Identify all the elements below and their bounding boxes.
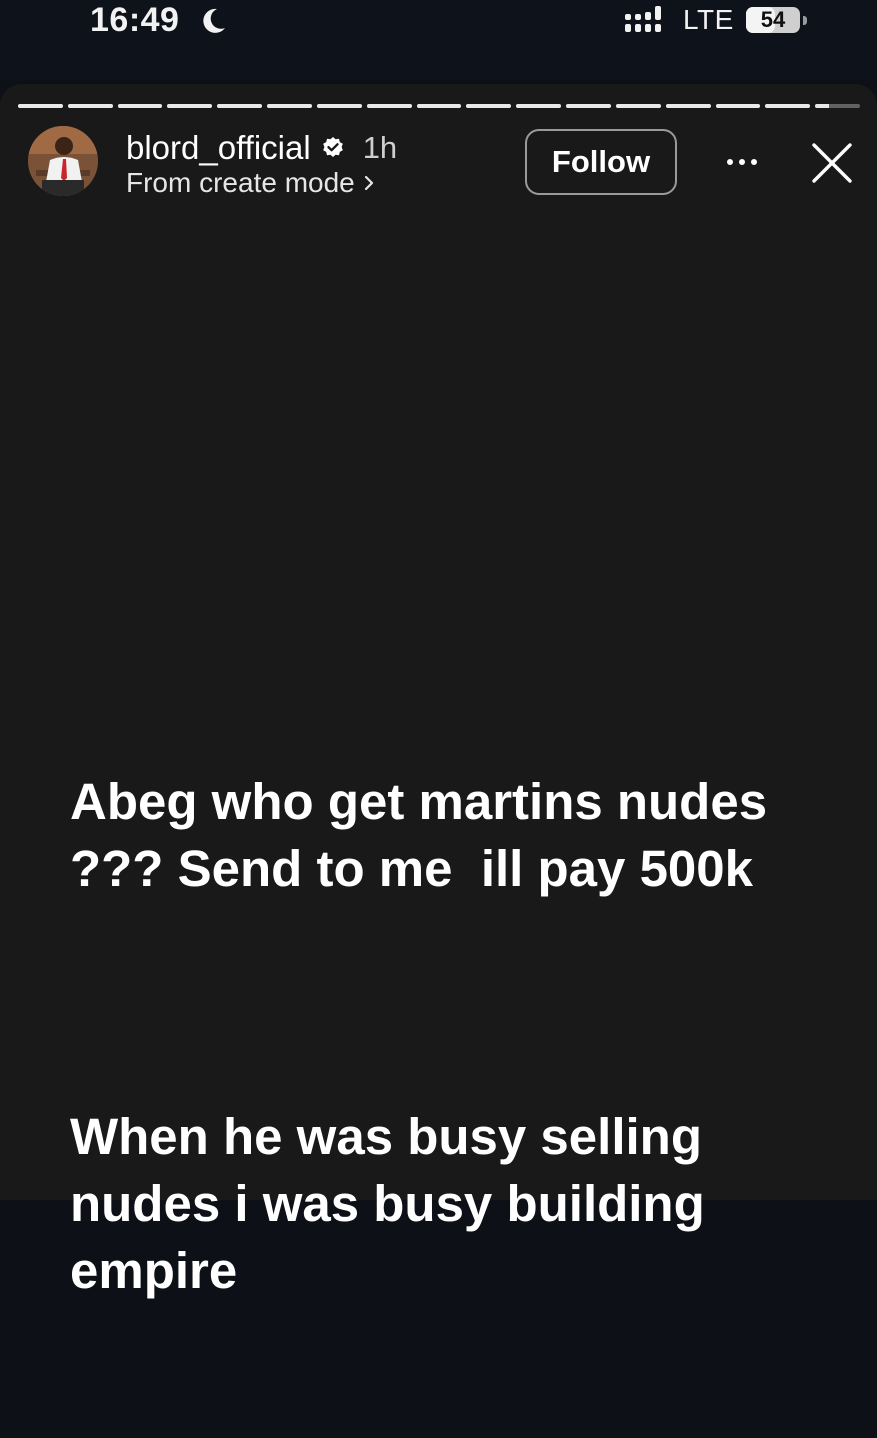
- moon-icon: [203, 8, 225, 33]
- status-bar: 16:49 LTE 54: [0, 0, 877, 80]
- story-progress-segment: [366, 104, 412, 108]
- story-progress-segment: [665, 104, 711, 108]
- story-progress-fill: [117, 104, 163, 108]
- story-progress-segment: [416, 104, 462, 108]
- battery-tip: [803, 16, 807, 25]
- story-progress-segment: [615, 104, 661, 108]
- story-progress-segment: [466, 104, 512, 108]
- story-progress-segment: [67, 104, 113, 108]
- story-progress-fill: [715, 104, 761, 108]
- story-progress-fill: [466, 104, 512, 108]
- story-progress-segment: [516, 104, 562, 108]
- avatar[interactable]: [28, 126, 98, 196]
- story-progress-fill: [566, 104, 611, 108]
- story-progress-segment: [167, 104, 213, 108]
- story-progress-fill: [765, 104, 811, 108]
- create-mode-link[interactable]: From create mode: [126, 166, 375, 200]
- username[interactable]: blord_official: [126, 128, 311, 168]
- story-progress-fill: [18, 104, 63, 108]
- follow-button[interactable]: Follow: [525, 129, 677, 195]
- story-progress-segment: [267, 104, 312, 108]
- post-time: 1h: [362, 130, 398, 165]
- story-progress-segment: [18, 104, 63, 108]
- signal-icon: [625, 6, 661, 32]
- story-paragraph: Abeg who get martins nudes ??? Send to m…: [70, 773, 782, 897]
- story-progress-segment: [715, 104, 761, 108]
- story-progress-fill: [267, 104, 312, 108]
- story-progress-segment: [566, 104, 611, 108]
- network-type: LTE: [683, 4, 734, 35]
- story-progress-segment: [117, 104, 163, 108]
- story-progress-fill: [615, 104, 661, 108]
- story-progress-fill: [416, 104, 462, 108]
- more-horizontal-icon[interactable]: [722, 156, 762, 168]
- story-author[interactable]: blord_official 1h: [126, 128, 397, 168]
- story-progress-segment: [217, 104, 263, 108]
- story-progress-bar: [18, 104, 861, 108]
- battery-level: 54: [760, 7, 786, 32]
- story-progress-fill: [366, 104, 412, 108]
- story-text: Abeg who get martins nudes ??? Send to m…: [70, 634, 830, 1438]
- story-progress-fill: [316, 104, 362, 108]
- close-icon[interactable]: [810, 141, 854, 185]
- story-viewer[interactable]: blord_official 1h From create mode Follo…: [0, 84, 877, 1299]
- story-progress-fill: [516, 104, 562, 108]
- subtitle-label: From create mode: [126, 167, 355, 198]
- profile-photo: [28, 126, 98, 196]
- story-progress-segment: [815, 104, 861, 108]
- story-progress-segment: [316, 104, 362, 108]
- battery-icon: 54: [746, 7, 800, 33]
- story-progress-fill: [67, 104, 113, 108]
- status-time: 16:49: [90, 1, 180, 39]
- story-progress-fill: [217, 104, 263, 108]
- story-progress-fill: [665, 104, 711, 108]
- story-progress-fill: [167, 104, 213, 108]
- chevron-right-icon: [364, 175, 373, 191]
- story-progress-segment: [765, 104, 811, 108]
- verified-badge-icon: [322, 137, 343, 157]
- story-paragraph: When he was busy selling nudes i was bus…: [70, 1108, 719, 1299]
- story-progress-fill: [815, 104, 829, 108]
